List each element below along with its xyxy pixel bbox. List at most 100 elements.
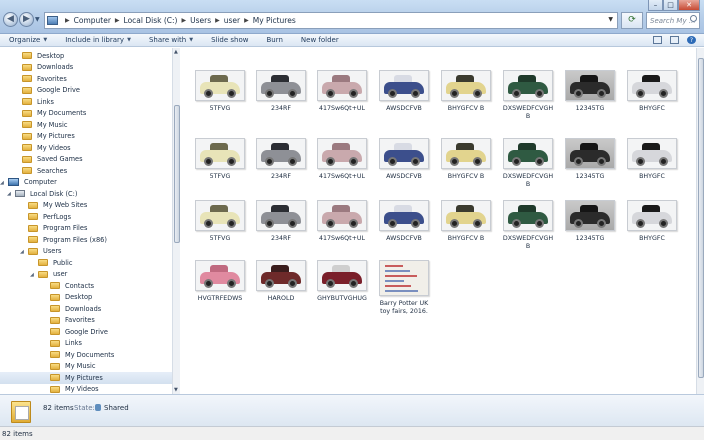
sidebar-item[interactable]: Links [0, 96, 172, 108]
sidebar-item[interactable]: My Videos [0, 384, 172, 395]
file-tile[interactable]: DXSWEDFCVGHB [501, 138, 555, 189]
address-dropdown-icon[interactable]: ▼ [608, 16, 613, 23]
maximize-button[interactable]: □ [663, 0, 678, 11]
file-tile[interactable]: AWSDCFVB [377, 70, 431, 113]
sidebar-item[interactable]: Google Drive [0, 85, 172, 97]
navigation-scroll-thumb[interactable] [174, 105, 180, 243]
file-tile[interactable]: DXSWEDFCVGHB [501, 70, 555, 121]
car-thumbnail[interactable] [565, 200, 615, 231]
sidebar-item[interactable]: ◢ Users [0, 246, 172, 258]
file-tile[interactable]: Barry Potter UK toy fairs, 2016. [377, 260, 431, 316]
file-tile[interactable]: 234RF [254, 200, 308, 243]
car-thumbnail[interactable] [565, 70, 615, 101]
sidebar-item[interactable]: Saved Games [0, 154, 172, 166]
search-icon[interactable] [690, 15, 697, 22]
sidebar-item[interactable]: Google Drive [0, 326, 172, 338]
sidebar-item[interactable]: Desktop [0, 50, 172, 62]
car-thumbnail[interactable] [256, 138, 306, 169]
content-scroll-thumb[interactable] [698, 58, 704, 378]
file-tile[interactable]: AWSDCFVB [377, 200, 431, 243]
help-icon[interactable]: ? [687, 36, 696, 44]
breadcrumb-user[interactable]: user [224, 16, 240, 25]
content-scrollbar[interactable] [696, 48, 704, 394]
breadcrumb-separator-icon[interactable]: ▶ [181, 17, 186, 24]
file-tile[interactable]: GHYBUTVGHUG [315, 260, 369, 303]
sidebar-item[interactable]: My Pictures [0, 372, 172, 384]
car-thumbnail[interactable] [317, 200, 367, 231]
sidebar-item[interactable]: PerfLogs [0, 211, 172, 223]
breadcrumb-users[interactable]: Users [190, 16, 211, 25]
file-tile[interactable]: BHYGFC [625, 200, 679, 243]
sidebar-item[interactable]: Favorites [0, 315, 172, 327]
file-tile[interactable]: 12345TG [563, 138, 617, 181]
scroll-up-icon[interactable]: ▲ [174, 49, 178, 55]
expand-arrow-icon[interactable]: ◢ [0, 180, 4, 186]
sidebar-item[interactable]: ◢ Computer [0, 177, 172, 189]
car-thumbnail[interactable] [256, 70, 306, 101]
minimize-button[interactable]: – [648, 0, 663, 11]
slide-show-button[interactable]: Slide show [202, 36, 257, 44]
expand-arrow-icon[interactable]: ◢ [20, 249, 24, 255]
forward-button[interactable]: ▶ [19, 12, 34, 27]
new-folder-button[interactable]: New folder [292, 36, 348, 44]
sidebar-item[interactable]: Downloads [0, 303, 172, 315]
file-tile[interactable]: 417Sw6Qt+UL [315, 70, 369, 113]
sidebar-item[interactable]: My Pictures [0, 131, 172, 143]
expand-arrow-icon[interactable]: ◢ [30, 272, 34, 278]
car-thumbnail[interactable] [256, 200, 306, 231]
car-thumbnail[interactable] [379, 200, 429, 231]
sidebar-item[interactable]: My Documents [0, 108, 172, 120]
recent-pages-dropdown[interactable]: ▼ [35, 16, 40, 23]
sidebar-item[interactable]: Public [0, 257, 172, 269]
file-tile[interactable]: BHYGFCV B [439, 70, 493, 113]
file-tile[interactable]: 417Sw6Qt+UL [315, 138, 369, 181]
search-input[interactable]: Search My ... [646, 12, 700, 29]
file-tile[interactable]: DXSWEDFCVGHB [501, 200, 555, 251]
sidebar-item[interactable]: Favorites [0, 73, 172, 85]
address-bar[interactable]: ▶ Computer ▶ Local Disk (C:) ▶ Users ▶ u… [44, 12, 618, 29]
car-thumbnail[interactable] [195, 138, 245, 169]
car-thumbnail[interactable] [441, 200, 491, 231]
expand-arrow-icon[interactable]: ◢ [7, 191, 11, 197]
breadcrumb-separator-icon[interactable]: ▶ [244, 17, 249, 24]
car-thumbnail[interactable] [379, 70, 429, 101]
car-thumbnail[interactable] [503, 138, 553, 169]
sidebar-item[interactable]: Links [0, 338, 172, 350]
share-with-button[interactable]: Share with ▼ [140, 36, 202, 44]
sidebar-item[interactable]: Contacts [0, 280, 172, 292]
refresh-button[interactable]: ⟳ [621, 12, 643, 29]
car-thumbnail[interactable] [317, 138, 367, 169]
sidebar-item[interactable]: My Web Sites [0, 200, 172, 212]
include-in-library-button[interactable]: Include in library ▼ [56, 36, 140, 44]
close-button[interactable]: ✕ [678, 0, 700, 11]
organize-button[interactable]: Organize ▼ [0, 36, 56, 44]
file-tile[interactable]: BHYGFC [625, 138, 679, 181]
car-thumbnail[interactable] [503, 70, 553, 101]
file-tile[interactable]: BHYGFCV B [439, 200, 493, 243]
breadcrumb-local-disk[interactable]: Local Disk (C:) [124, 16, 178, 25]
sidebar-item[interactable]: Searches [0, 165, 172, 177]
car-thumbnail[interactable] [565, 138, 615, 169]
sidebar-item[interactable]: Desktop [0, 292, 172, 304]
breadcrumb-separator-icon[interactable]: ▶ [115, 17, 120, 24]
breadcrumb-separator-icon[interactable]: ▶ [215, 17, 220, 24]
file-tile[interactable]: 5TFVG [193, 200, 247, 243]
car-thumbnail[interactable] [441, 70, 491, 101]
navigation-scrollbar[interactable]: ▲ ▼ [172, 48, 180, 394]
change-view-icon[interactable] [653, 36, 662, 44]
file-tile[interactable]: 12345TG [563, 70, 617, 113]
file-tile[interactable]: 234RF [254, 70, 308, 113]
preview-pane-icon[interactable] [670, 36, 679, 44]
burn-button[interactable]: Burn [257, 36, 291, 44]
breadcrumb-my-pictures[interactable]: My Pictures [253, 16, 296, 25]
car-thumbnail[interactable] [627, 200, 677, 231]
car-thumbnail[interactable] [627, 70, 677, 101]
car-thumbnail[interactable] [317, 70, 367, 101]
car-thumbnail[interactable] [317, 260, 367, 291]
sidebar-item[interactable]: My Music [0, 119, 172, 131]
file-tile[interactable]: 5TFVG [193, 70, 247, 113]
car-thumbnail[interactable] [195, 260, 245, 291]
sidebar-item[interactable]: Program Files [0, 223, 172, 235]
file-tile[interactable]: HAROLD [254, 260, 308, 303]
car-thumbnail[interactable] [195, 200, 245, 231]
